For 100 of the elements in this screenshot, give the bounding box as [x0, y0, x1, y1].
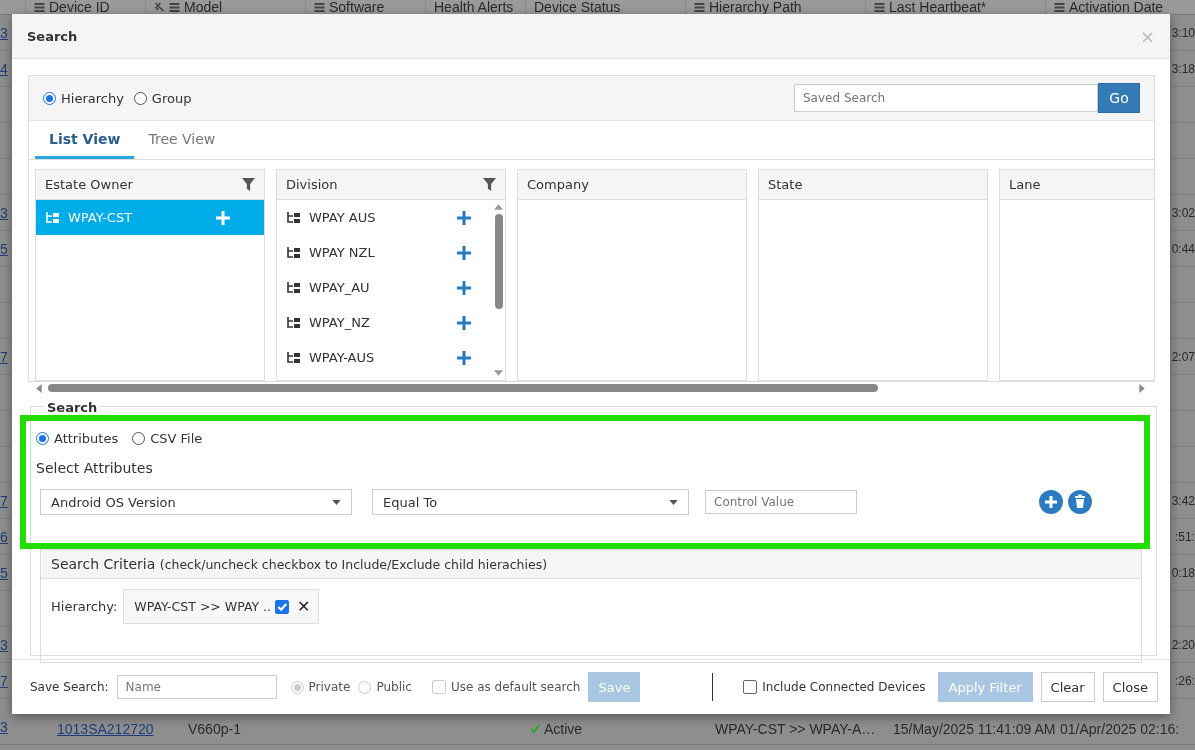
device-link[interactable]: 7	[0, 492, 12, 509]
add-icon[interactable]	[457, 315, 471, 330]
device-link[interactable]: 5	[0, 564, 12, 581]
add-icon[interactable]	[457, 280, 471, 295]
tree-icon	[287, 351, 301, 364]
go-button[interactable]: Go	[1098, 83, 1140, 113]
device-link[interactable]: 4	[0, 60, 12, 77]
tree-icon	[287, 281, 301, 294]
trash-icon[interactable]	[1068, 490, 1092, 514]
column-header[interactable]: Hierarchy Path	[709, 0, 802, 14]
column-title: State	[768, 177, 803, 192]
checkbox-label[interactable]: Include Connected Devices	[762, 680, 926, 694]
scroll-right-icon[interactable]	[1139, 383, 1145, 393]
radio-label[interactable]: CSV File	[150, 431, 203, 446]
table-cell: 3:42	[1171, 493, 1195, 508]
list-icon[interactable]	[34, 2, 45, 12]
radio-label[interactable]: Hierarchy	[61, 90, 124, 106]
tab[interactable]: Tree View	[134, 121, 230, 159]
radio-label[interactable]: Attributes	[54, 431, 119, 446]
column-title: Estate Owner	[45, 177, 133, 192]
remove-button[interactable]: ✕	[293, 597, 311, 616]
table-cell: 0:18	[1171, 565, 1195, 580]
add-icon[interactable]	[457, 245, 471, 260]
tree-icon	[46, 211, 60, 224]
device-link[interactable]: 3	[0, 718, 12, 735]
table-cell: :51:	[1175, 529, 1195, 544]
list-icon[interactable]	[1054, 2, 1065, 12]
check-icon	[530, 724, 540, 734]
pin-icon[interactable]	[154, 2, 165, 12]
add-icon[interactable]	[457, 350, 471, 365]
add-icon[interactable]	[1039, 490, 1063, 514]
list-icon[interactable]	[314, 2, 325, 12]
table-cell: 01/Apr/2025 02:16:	[1060, 721, 1180, 737]
filter-icon[interactable]	[483, 178, 496, 191]
device-link[interactable]: 7	[0, 672, 12, 689]
hierarchy-item[interactable]: WPAY-AUS	[277, 340, 492, 375]
device-link[interactable]: 3	[0, 204, 12, 221]
clear-button[interactable]: Clear	[1040, 672, 1095, 702]
tree-icon	[287, 211, 301, 224]
list-icon[interactable]	[169, 2, 180, 12]
attribute-dropdown[interactable]: Android OS Version	[40, 489, 352, 515]
table-cell: 15/May/2025 11:41:09 AM	[893, 721, 1056, 737]
radio-button[interactable]	[43, 91, 56, 105]
column-header[interactable]: Device Status	[534, 0, 621, 14]
table-cell: 3:18	[1171, 61, 1195, 76]
radio-button[interactable]	[36, 432, 49, 445]
tree-icon	[287, 246, 301, 259]
radio-button[interactable]	[133, 91, 147, 105]
table-cell: :26:	[1175, 673, 1195, 688]
table-cell: Active	[544, 721, 583, 737]
column-header[interactable]: Last Heartbeat*	[889, 0, 987, 14]
caret-icon	[669, 499, 678, 505]
saved-search-field[interactable]: Saved Search	[794, 84, 1098, 112]
scroll-up-icon[interactable]	[494, 204, 503, 210]
column-header[interactable]: Device ID	[49, 0, 110, 14]
hierarchy-item[interactable]: WPAY_NZ	[277, 305, 492, 340]
dialog-title: Search	[27, 28, 78, 44]
name-field[interactable]: Name	[116, 675, 277, 699]
radio-label[interactable]: Group	[151, 90, 192, 106]
tab[interactable]: List View	[35, 121, 135, 159]
list-icon[interactable]	[874, 2, 885, 12]
column-title: Lane	[1009, 177, 1041, 192]
radio-button[interactable]	[132, 432, 146, 445]
table-cell: 2:20	[1171, 637, 1195, 652]
table-cell: V660p-1	[188, 721, 241, 737]
filter-icon[interactable]	[242, 178, 255, 191]
column-header[interactable]: Software	[329, 0, 385, 14]
table-cell: 2:07	[1171, 349, 1195, 364]
device-link[interactable]: 3	[0, 636, 12, 653]
section-title: Search	[45, 400, 100, 415]
device-link[interactable]: 1013SA212720	[57, 721, 154, 737]
tree-icon	[287, 316, 301, 329]
radio-label[interactable]: Private	[308, 680, 351, 694]
scroll-left-icon[interactable]	[36, 383, 42, 393]
chip-label: WPAY-CST >> WPAY ..	[134, 599, 272, 614]
caret-icon	[332, 499, 341, 505]
control-value-field[interactable]: Control Value	[705, 490, 857, 514]
device-link[interactable]: 7	[0, 348, 12, 365]
close-button[interactable]: Close	[1102, 672, 1158, 702]
hierarchy-item[interactable]: WPAY_AU	[277, 270, 492, 305]
add-icon[interactable]	[457, 210, 471, 225]
panel-title: Search Criteria (check/uncheck checkbox to Include/Exclude child hierachies)	[51, 556, 548, 572]
column-header[interactable]: Activation Date	[1069, 0, 1164, 14]
checkbox[interactable]	[275, 599, 290, 614]
hierarchy-item[interactable]: WPAY AUS	[277, 200, 492, 235]
table-cell: WPAY-CST >> WPAY-A…	[715, 721, 876, 737]
column-title: Division	[286, 177, 338, 192]
checkbox-label[interactable]: Use as default search	[450, 680, 581, 694]
device-link[interactable]: 6	[0, 528, 12, 545]
operator-dropdown[interactable]: Equal To	[372, 489, 689, 515]
column-header[interactable]: Health Alerts	[434, 0, 514, 14]
list-icon[interactable]	[694, 2, 705, 12]
table-cell: 0:44	[1171, 241, 1195, 256]
checkbox[interactable]	[743, 680, 758, 694]
device-link[interactable]: 5	[0, 240, 12, 257]
hierarchy-item[interactable]: WPAY NZL	[277, 235, 492, 270]
column-header[interactable]: Model	[184, 0, 223, 14]
device-link[interactable]: 3	[0, 24, 12, 41]
radio-label[interactable]: Public	[376, 680, 412, 694]
scroll-down-icon[interactable]	[494, 370, 503, 376]
